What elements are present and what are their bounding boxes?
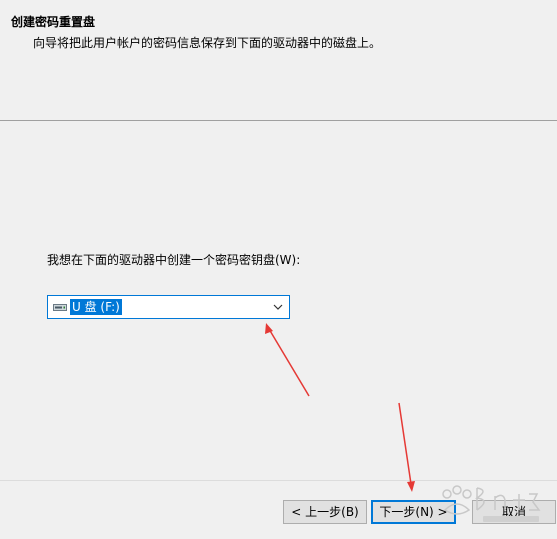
drive-selected-value: U 盘 (F:) (70, 299, 122, 315)
drive-dropdown[interactable]: U 盘 (F:) (47, 295, 290, 319)
drive-prompt-label: 我想在下面的驱动器中创建一个密码密钥盘(W): (47, 253, 301, 267)
password-reset-wizard: 创建密码重置盘 向导将把此用户帐户的密码信息保存到下面的驱动器中的磁盘上。 我想… (0, 0, 557, 539)
cancel-button[interactable]: 取消 (472, 500, 556, 524)
annotation-arrow-to-dropdown (265, 323, 310, 397)
wizard-title: 创建密码重置盘 (11, 15, 96, 29)
wizard-header: 创建密码重置盘 向导将把此用户帐户的密码信息保存到下面的驱动器中的磁盘上。 (0, 0, 557, 121)
next-button[interactable]: 下一步(N) > (371, 500, 456, 524)
annotation-arrow-to-next (398, 402, 415, 492)
footer-divider (0, 480, 557, 481)
wizard-subtitle: 向导将把此用户帐户的密码信息保存到下面的驱动器中的磁盘上。 (33, 36, 382, 50)
back-button[interactable]: < 上一步(B) (283, 500, 367, 524)
chevron-down-icon[interactable] (273, 302, 283, 312)
usb-drive-icon (53, 304, 67, 311)
